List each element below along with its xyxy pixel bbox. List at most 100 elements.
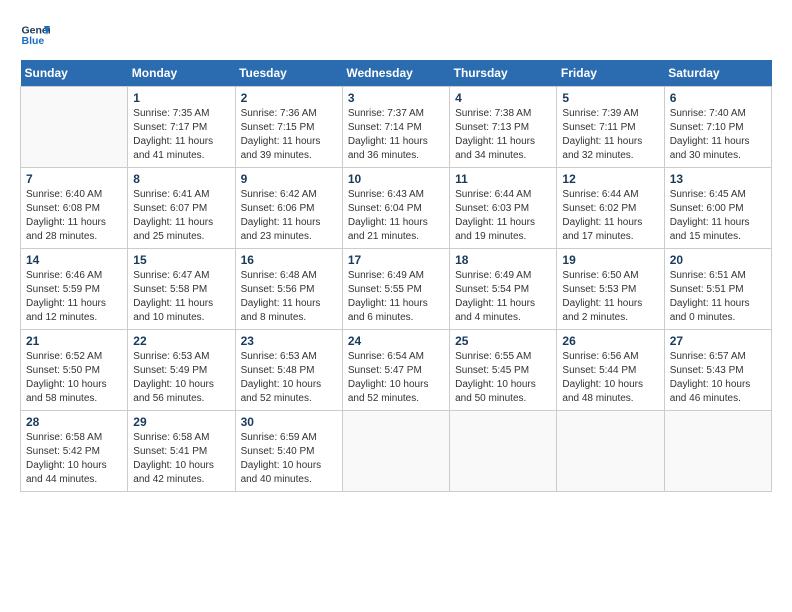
calendar-cell — [450, 411, 557, 492]
calendar-cell: 26Sunrise: 6:56 AMSunset: 5:44 PMDayligh… — [557, 330, 664, 411]
calendar-week-row: 7Sunrise: 6:40 AMSunset: 6:08 PMDaylight… — [21, 168, 772, 249]
day-number: 22 — [133, 334, 229, 348]
day-number: 29 — [133, 415, 229, 429]
svg-text:Blue: Blue — [22, 35, 45, 47]
calendar-cell — [342, 411, 449, 492]
day-info: Sunrise: 6:59 AMSunset: 5:40 PMDaylight:… — [241, 431, 337, 487]
weekday-header: Sunday — [21, 60, 128, 87]
day-info: Sunrise: 6:58 AMSunset: 5:42 PMDaylight:… — [26, 431, 122, 487]
day-info: Sunrise: 6:46 AMSunset: 5:59 PMDaylight:… — [26, 269, 122, 325]
day-number: 3 — [348, 91, 444, 105]
calendar-table: SundayMondayTuesdayWednesdayThursdayFrid… — [20, 60, 772, 492]
day-info: Sunrise: 6:44 AMSunset: 6:03 PMDaylight:… — [455, 188, 551, 244]
day-info: Sunrise: 7:37 AMSunset: 7:14 PMDaylight:… — [348, 107, 444, 163]
day-number: 23 — [241, 334, 337, 348]
calendar-cell: 14 Sunrise: 6:46 AMSunset: 5:59 PMDayligh… — [21, 249, 128, 330]
day-number: 13 — [670, 172, 766, 186]
day-number: 9 — [241, 172, 337, 186]
day-info: Sunrise: 6:41 AMSunset: 6:07 PMDaylight:… — [133, 188, 229, 244]
day-number: 27 — [670, 334, 766, 348]
weekday-header: Friday — [557, 60, 664, 87]
calendar-cell: 13 Sunrise: 6:45 AMSunset: 6:00 PMDayligh… — [664, 168, 771, 249]
calendar-cell: 19 Sunrise: 6:50 AMSunset: 5:53 PMDayligh… — [557, 249, 664, 330]
calendar-cell: 22 Sunrise: 6:53 AMSunset: 5:49 PMDayligh… — [128, 330, 235, 411]
day-number: 17 — [348, 253, 444, 267]
day-info: Sunrise: 6:40 AMSunset: 6:08 PMDaylight:… — [26, 188, 122, 244]
calendar-cell: 8 Sunrise: 6:41 AMSunset: 6:07 PMDaylight… — [128, 168, 235, 249]
day-info: Sunrise: 6:47 AMSunset: 5:58 PMDaylight:… — [133, 269, 229, 325]
calendar-cell: 25 Sunrise: 6:55 AMSunset: 5:45 PMDayligh… — [450, 330, 557, 411]
day-info: Sunrise: 7:36 AMSunset: 7:15 PMDaylight:… — [241, 107, 337, 163]
calendar-cell: 1 Sunrise: 7:35 AMSunset: 7:17 PMDaylight… — [128, 87, 235, 168]
day-number: 16 — [241, 253, 337, 267]
calendar-cell: 9 Sunrise: 6:42 AMSunset: 6:06 PMDaylight… — [235, 168, 342, 249]
calendar-cell — [557, 411, 664, 492]
day-number: 6 — [670, 91, 766, 105]
day-info: Sunrise: 6:53 AMSunset: 5:49 PMDaylight:… — [133, 350, 229, 406]
calendar-week-row: 1 Sunrise: 7:35 AMSunset: 7:17 PMDaylight… — [21, 87, 772, 168]
day-info: Sunrise: 6:45 AMSunset: 6:00 PMDaylight:… — [670, 188, 766, 244]
weekday-header: Saturday — [664, 60, 771, 87]
day-info: Sunrise: 7:39 AMSunset: 7:11 PMDaylight:… — [562, 107, 658, 163]
day-number: 25 — [455, 334, 551, 348]
calendar-cell: 11 Sunrise: 6:44 AMSunset: 6:03 PMDayligh… — [450, 168, 557, 249]
calendar-cell — [664, 411, 771, 492]
calendar-cell: 20Sunrise: 6:51 AMSunset: 5:51 PMDayligh… — [664, 249, 771, 330]
day-info: Sunrise: 6:56 AMSunset: 5:44 PMDaylight:… — [562, 350, 658, 406]
day-info: Sunrise: 6:43 AMSunset: 6:04 PMDaylight:… — [348, 188, 444, 244]
calendar-cell: 23 Sunrise: 6:53 AMSunset: 5:48 PMDayligh… — [235, 330, 342, 411]
calendar-week-row: 28 Sunrise: 6:58 AMSunset: 5:42 PMDayligh… — [21, 411, 772, 492]
day-info: Sunrise: 6:54 AMSunset: 5:47 PMDaylight:… — [348, 350, 444, 406]
calendar-cell: 28 Sunrise: 6:58 AMSunset: 5:42 PMDayligh… — [21, 411, 128, 492]
logo: General Blue — [20, 20, 54, 50]
calendar-cell: 24 Sunrise: 6:54 AMSunset: 5:47 PMDayligh… — [342, 330, 449, 411]
day-number: 4 — [455, 91, 551, 105]
day-number: 21 — [26, 334, 122, 348]
day-info: Sunrise: 7:38 AMSunset: 7:13 PMDaylight:… — [455, 107, 551, 163]
calendar-cell: 6 Sunrise: 7:40 AMSunset: 7:10 PMDaylight… — [664, 87, 771, 168]
calendar-cell: 27 Sunrise: 6:57 AMSunset: 5:43 PMDayligh… — [664, 330, 771, 411]
day-info: Sunrise: 6:49 AMSunset: 5:55 PMDaylight:… — [348, 269, 444, 325]
weekday-header: Wednesday — [342, 60, 449, 87]
day-info: Sunrise: 6:53 AMSunset: 5:48 PMDaylight:… — [241, 350, 337, 406]
day-number: 28 — [26, 415, 122, 429]
calendar-cell: 18Sunrise: 6:49 AMSunset: 5:54 PMDayligh… — [450, 249, 557, 330]
calendar-week-row: 14 Sunrise: 6:46 AMSunset: 5:59 PMDayligh… — [21, 249, 772, 330]
day-info: Sunrise: 6:48 AMSunset: 5:56 PMDaylight:… — [241, 269, 337, 325]
calendar-cell: 17 Sunrise: 6:49 AMSunset: 5:55 PMDayligh… — [342, 249, 449, 330]
calendar-cell: 3 Sunrise: 7:37 AMSunset: 7:14 PMDaylight… — [342, 87, 449, 168]
day-number: 2 — [241, 91, 337, 105]
day-info: Sunrise: 6:55 AMSunset: 5:45 PMDaylight:… — [455, 350, 551, 406]
header: General Blue — [20, 20, 772, 50]
weekday-header: Monday — [128, 60, 235, 87]
day-number: 10 — [348, 172, 444, 186]
day-number: 30 — [241, 415, 337, 429]
day-info: Sunrise: 6:57 AMSunset: 5:43 PMDaylight:… — [670, 350, 766, 406]
calendar-cell: 5 Sunrise: 7:39 AMSunset: 7:11 PMDaylight… — [557, 87, 664, 168]
day-number: 1 — [133, 91, 229, 105]
day-number: 20 — [670, 253, 766, 267]
calendar-cell: 15 Sunrise: 6:47 AMSunset: 5:58 PMDayligh… — [128, 249, 235, 330]
day-number: 11 — [455, 172, 551, 186]
day-number: 19 — [562, 253, 658, 267]
calendar-cell: 21 Sunrise: 6:52 AMSunset: 5:50 PMDayligh… — [21, 330, 128, 411]
day-info: Sunrise: 6:52 AMSunset: 5:50 PMDaylight:… — [26, 350, 122, 406]
calendar-week-row: 21 Sunrise: 6:52 AMSunset: 5:50 PMDayligh… — [21, 330, 772, 411]
calendar-cell: 10 Sunrise: 6:43 AMSunset: 6:04 PMDayligh… — [342, 168, 449, 249]
calendar-cell: 29 Sunrise: 6:58 AMSunset: 5:41 PMDayligh… — [128, 411, 235, 492]
day-number: 14 — [26, 253, 122, 267]
day-number: 15 — [133, 253, 229, 267]
day-number: 8 — [133, 172, 229, 186]
calendar-cell: 16 Sunrise: 6:48 AMSunset: 5:56 PMDayligh… — [235, 249, 342, 330]
day-info: Sunrise: 7:40 AMSunset: 7:10 PMDaylight:… — [670, 107, 766, 163]
day-number: 18 — [455, 253, 551, 267]
day-info: Sunrise: 7:35 AMSunset: 7:17 PMDaylight:… — [133, 107, 229, 163]
calendar-cell: 2 Sunrise: 7:36 AMSunset: 7:15 PMDaylight… — [235, 87, 342, 168]
weekday-header: Tuesday — [235, 60, 342, 87]
day-info: Sunrise: 6:58 AMSunset: 5:41 PMDaylight:… — [133, 431, 229, 487]
day-number: 24 — [348, 334, 444, 348]
day-number: 5 — [562, 91, 658, 105]
calendar-cell — [21, 87, 128, 168]
day-info: Sunrise: 6:42 AMSunset: 6:06 PMDaylight:… — [241, 188, 337, 244]
day-info: Sunrise: 6:50 AMSunset: 5:53 PMDaylight:… — [562, 269, 658, 325]
